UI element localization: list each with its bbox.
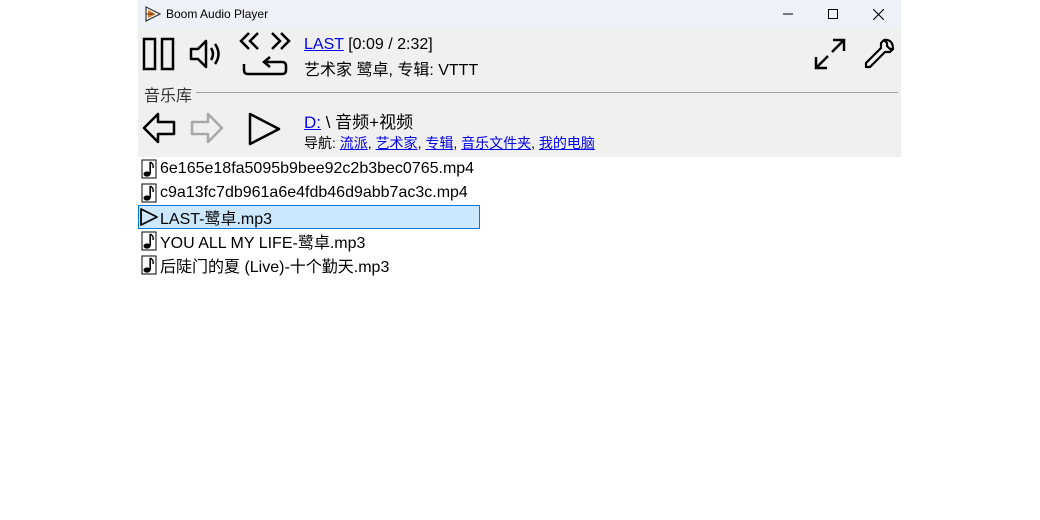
maximize-button[interactable]: [810, 0, 856, 28]
navigation-bar: 导航: 流派, 艺术家, 专辑, 音乐文件夹, 我的电脑: [304, 133, 595, 153]
minimize-button[interactable]: [765, 0, 811, 28]
player-window: Boom Audio Player LAST [0:09 / 2:32] 艺术家…: [138, 0, 901, 157]
settings-button[interactable]: [862, 37, 896, 71]
nav-link-artist[interactable]: 艺术家: [376, 135, 418, 151]
back-button[interactable]: [142, 111, 176, 145]
file-name: LAST-鹭卓.mp3: [160, 211, 273, 228]
title-bar: Boom Audio Player: [138, 0, 901, 28]
path-text: \ 音频+视频: [325, 113, 414, 132]
speaker-icon: [189, 39, 220, 69]
file-name: c9a13fc7db961a6e4fdb46d9abb7ac3c.mp4: [160, 184, 468, 201]
now-playing-line: LAST [0:09 / 2:32]: [304, 36, 433, 54]
nav-label: 导航:: [304, 135, 340, 151]
arrow-right-icon: [190, 112, 224, 144]
file-name: 后陡门的夏 (Live)-十个勤天.mp3: [160, 259, 390, 276]
close-icon: [872, 8, 884, 20]
nav-link-album[interactable]: 专辑: [425, 135, 453, 151]
arrow-left-icon: [142, 112, 176, 144]
app-logo-icon: [145, 6, 162, 22]
nav-link-my-computer[interactable]: 我的电脑: [539, 135, 595, 151]
repeat-icon: [239, 32, 291, 76]
current-path: D: \ 音频+视频: [304, 108, 413, 133]
file-row[interactable]: YOU ALL MY LIFE-鹭卓.mp3: [138, 229, 483, 253]
file-name: 6e165e18fa5095b9bee92c2b3bec0765.mp4: [160, 160, 475, 177]
play-folder-button[interactable]: [246, 111, 282, 147]
nav-link-music-folder[interactable]: 音乐文件夹: [461, 135, 531, 151]
now-playing-details: 艺术家 鹭卓, 专辑: VTTT: [304, 62, 479, 79]
now-playing-track-link[interactable]: LAST: [304, 36, 344, 53]
wrench-icon: [864, 38, 895, 69]
minimize-icon: [783, 13, 793, 15]
file-list: 6e165e18fa5095b9bee92c2b3bec0765.mp4 c9a…: [138, 157, 483, 277]
nav-separator: ,: [453, 135, 462, 151]
drive-link[interactable]: D:: [304, 113, 321, 132]
playback-time: [0:09 / 2:32]: [348, 36, 433, 53]
music-note-icon: [138, 158, 160, 180]
pause-button[interactable]: [142, 37, 176, 71]
music-note-icon: [138, 182, 160, 204]
file-name: YOU ALL MY LIFE-鹭卓.mp3: [160, 235, 366, 252]
window-title: Boom Audio Player: [166, 7, 269, 21]
play-icon: [248, 112, 281, 146]
library-divider: [144, 92, 898, 93]
file-row-selected[interactable]: LAST-鹭卓.mp3: [138, 205, 480, 229]
music-note-icon: [138, 254, 160, 276]
library-group-label: 音乐库: [144, 82, 197, 106]
nav-separator: ,: [367, 135, 376, 151]
close-button[interactable]: [855, 0, 901, 28]
pause-icon: [142, 37, 175, 71]
file-row[interactable]: 6e165e18fa5095b9bee92c2b3bec0765.mp4: [138, 157, 483, 181]
fullscreen-button[interactable]: [813, 37, 847, 71]
file-row[interactable]: 后陡门的夏 (Live)-十个勤天.mp3: [138, 253, 483, 277]
forward-button: [190, 111, 224, 145]
expand-icon: [814, 38, 846, 70]
play-indicator-icon: [138, 206, 160, 228]
volume-button[interactable]: [188, 37, 226, 71]
maximize-icon: [828, 9, 838, 19]
file-row[interactable]: c9a13fc7db961a6e4fdb46d9abb7ac3c.mp4: [138, 181, 483, 205]
nav-separator: ,: [531, 135, 539, 151]
repeat-button[interactable]: [236, 30, 292, 78]
music-note-icon: [138, 230, 160, 252]
nav-link-genre[interactable]: 流派: [340, 135, 368, 151]
